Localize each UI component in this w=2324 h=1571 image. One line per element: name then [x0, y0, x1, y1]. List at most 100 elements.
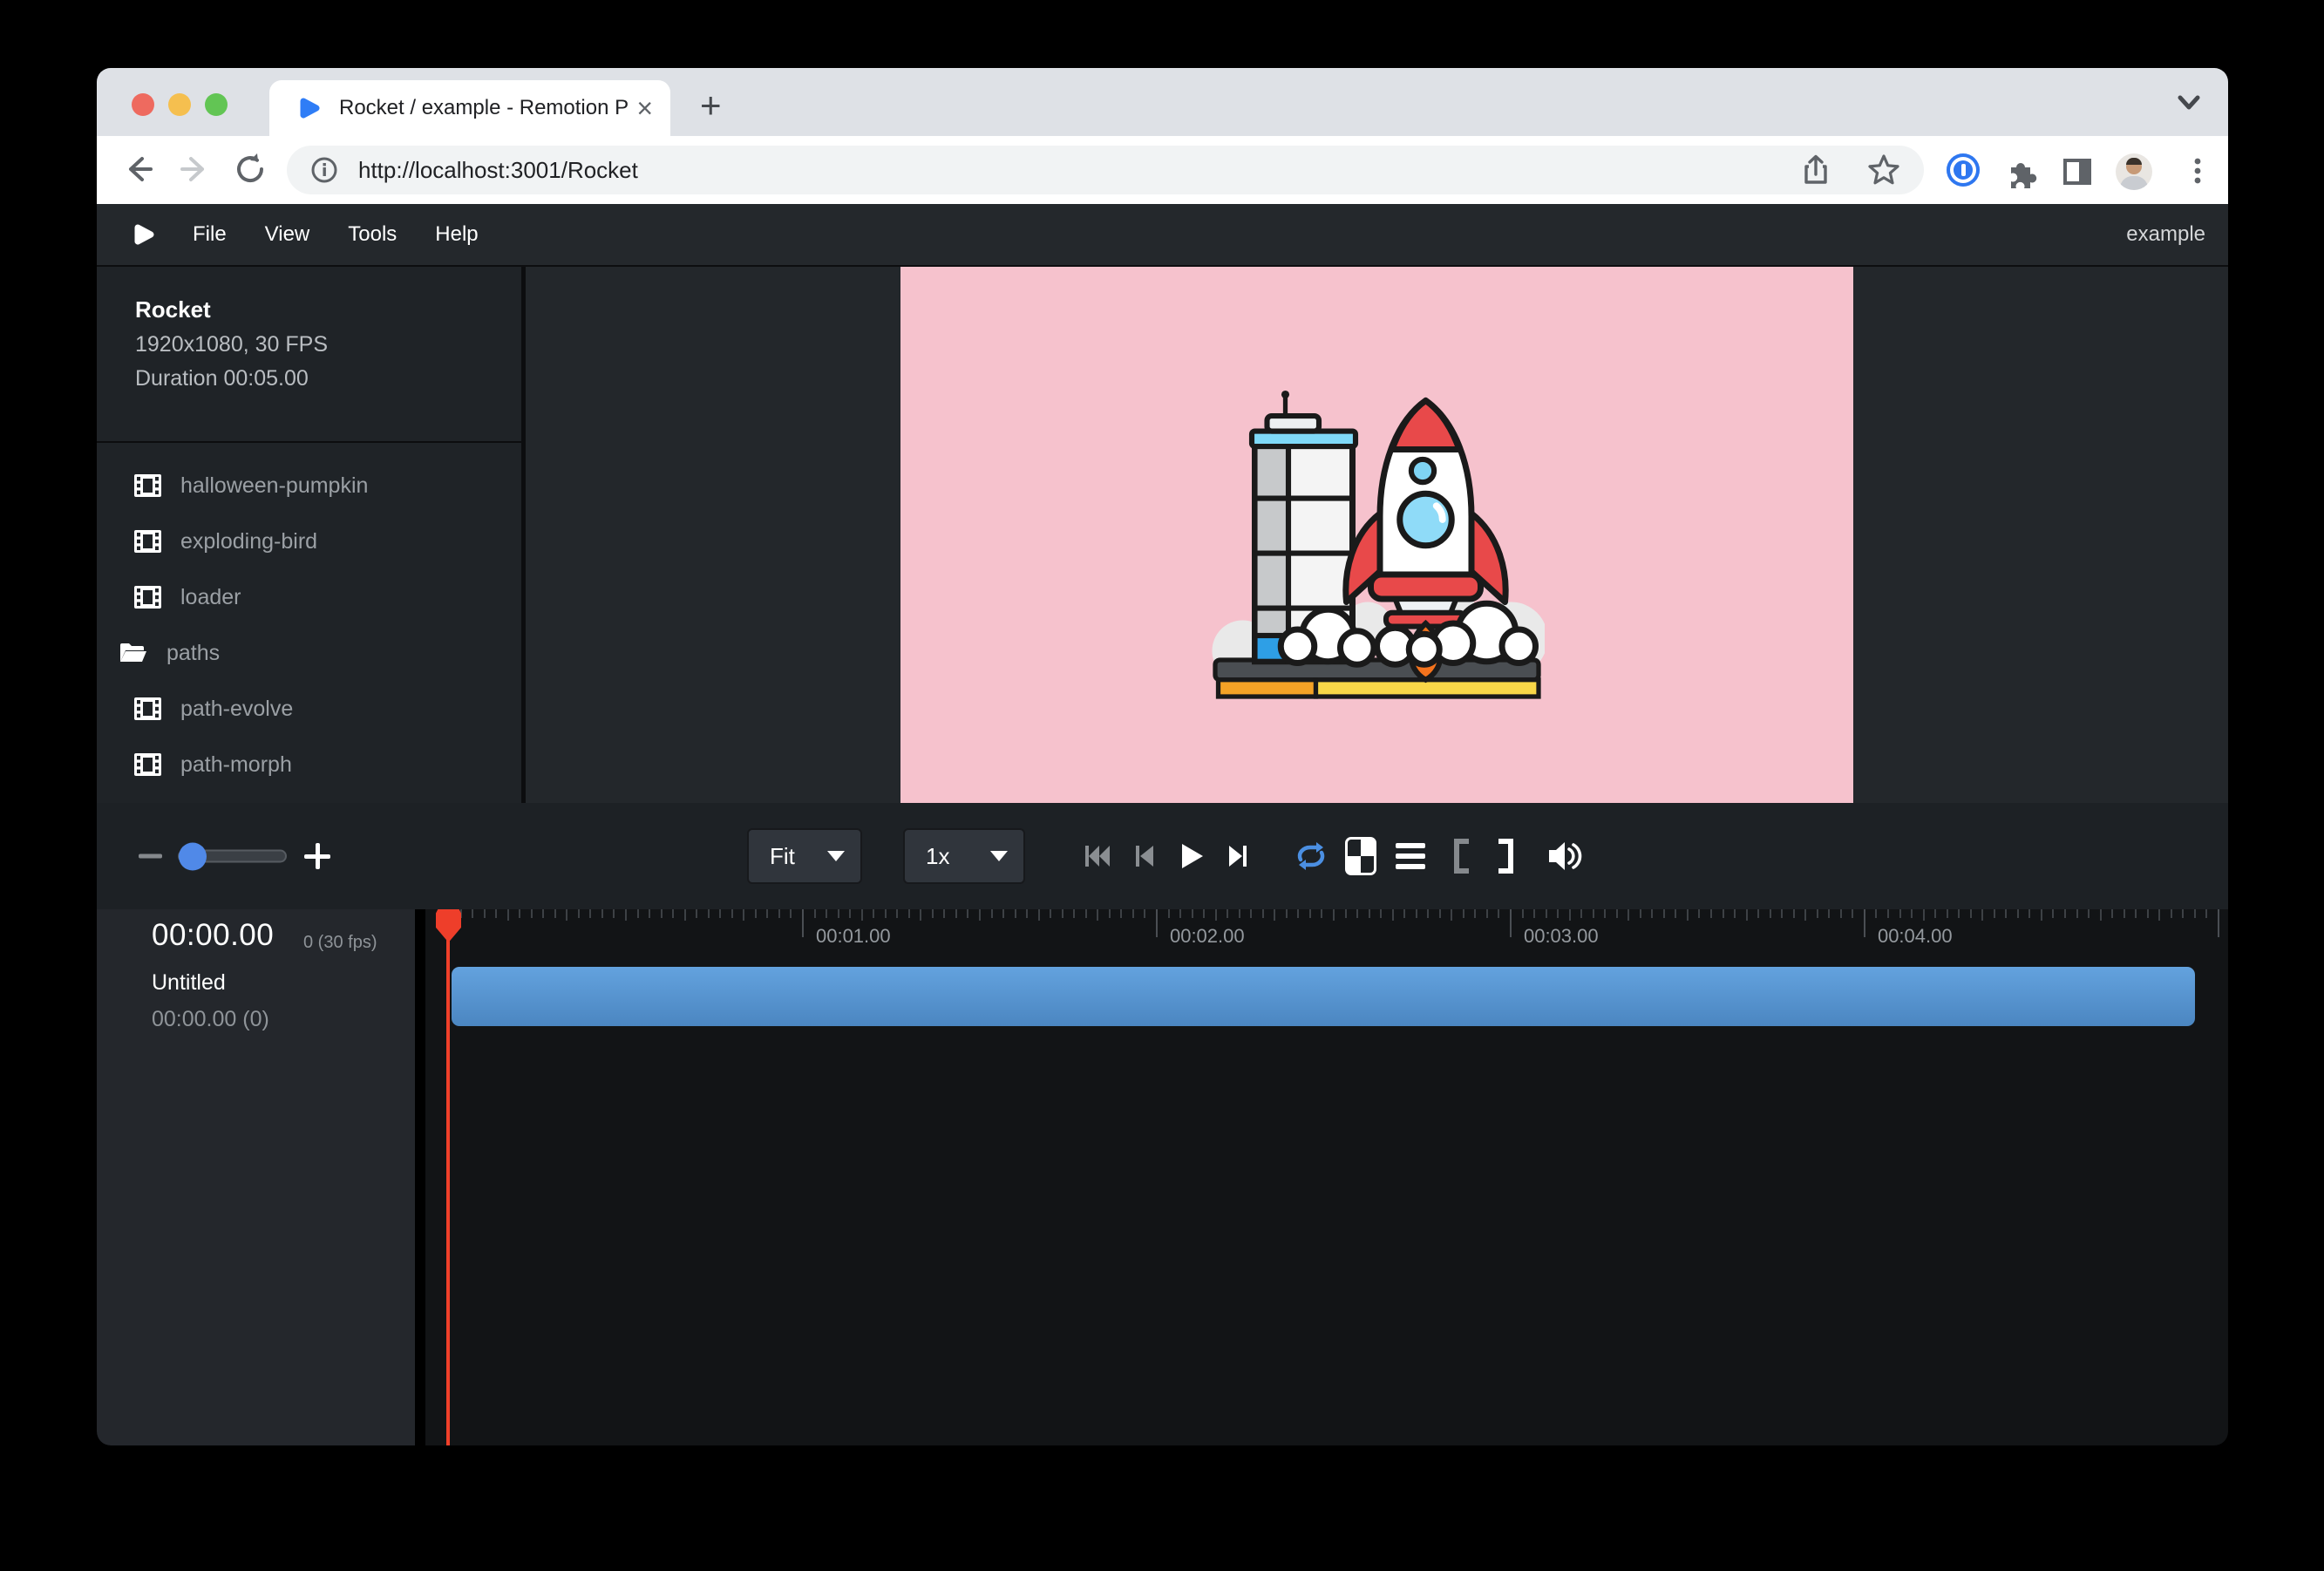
reload-icon[interactable]	[233, 152, 268, 187]
ruler-tick	[2147, 909, 2149, 918]
ruler-tick	[814, 909, 816, 918]
ruler-tick	[943, 909, 945, 918]
ruler-tick	[1392, 909, 1394, 921]
ruler-tick	[896, 909, 898, 918]
url-text[interactable]: http://localhost:3001/Rocket	[358, 157, 1800, 184]
next-frame-icon[interactable]	[1222, 839, 1254, 874]
avatar-shirt	[2120, 176, 2148, 190]
maximize-traffic-light[interactable]	[205, 93, 228, 116]
ruler-tick	[1698, 909, 1700, 918]
close-traffic-light[interactable]	[132, 93, 154, 116]
ruler-tick	[696, 909, 697, 918]
menu-file[interactable]: File	[193, 222, 227, 247]
ruler-tick	[1557, 909, 1559, 918]
sidebar-composition-path-evolve[interactable]: path-evolve	[97, 681, 521, 737]
ruler-tick	[1427, 909, 1429, 918]
ruler-tick	[2111, 909, 2113, 918]
menu-tools[interactable]: Tools	[348, 222, 397, 247]
previous-frame-icon[interactable]	[1129, 839, 1160, 874]
loop-icon[interactable]	[1292, 839, 1330, 874]
ruler-tick	[1109, 909, 1111, 918]
ruler-tick	[1887, 909, 1889, 918]
skip-to-start-icon[interactable]	[1080, 839, 1115, 874]
transparency-checkerboard-icon[interactable]	[1345, 837, 1376, 875]
size-dropdown[interactable]: Fit	[747, 828, 862, 884]
menu-dots-icon[interactable]	[2180, 153, 2215, 188]
ruler-tick	[979, 909, 981, 921]
ruler-tick	[1864, 909, 1865, 937]
sidebar-composition-exploding-bird[interactable]: exploding-bird	[97, 513, 521, 569]
ruler-tick	[554, 909, 556, 918]
profile-avatar[interactable]	[2116, 153, 2152, 190]
ruler-tick	[802, 909, 804, 937]
sidebar-item-label: path-evolve	[180, 697, 293, 722]
timeline-info-panel: 00:00.00 0 (30 fps) Untitled 00:00.00 (0…	[97, 909, 415, 1445]
timeline-tracks-icon[interactable]	[1396, 843, 1425, 869]
ruler-tick	[1616, 909, 1618, 918]
minimize-traffic-light[interactable]	[168, 93, 191, 116]
ruler-tick	[2005, 909, 2007, 918]
forward-icon[interactable]	[177, 152, 212, 187]
new-tab-icon[interactable]: +	[700, 87, 722, 124]
ruler-tick	[2171, 909, 2172, 918]
sidebar-composition-loader[interactable]: loader	[97, 569, 521, 625]
project-name-label: example	[2126, 222, 2205, 247]
film-icon	[134, 474, 161, 497]
playback-rate-dropdown[interactable]: 1x	[903, 828, 1025, 884]
onepassword-icon[interactable]	[1947, 153, 1980, 187]
ruler-tick	[790, 909, 792, 918]
tab-search-chevron-icon[interactable]	[2173, 92, 2205, 115]
ruler-tick	[873, 909, 874, 918]
sidebar-composition-halloween-pumpkin[interactable]: halloween-pumpkin	[97, 458, 521, 513]
ruler-tick	[1274, 909, 1275, 921]
tab-close-icon[interactable]: ×	[636, 94, 653, 122]
ruler-tick	[1569, 909, 1571, 921]
remotion-logo[interactable]	[128, 220, 158, 249]
ruler-tick	[1380, 909, 1382, 918]
sidebar-folder-paths[interactable]: paths	[97, 625, 521, 681]
ruler-tick	[708, 909, 710, 918]
size-dropdown-value: Fit	[749, 843, 795, 870]
ruler-tick	[1958, 909, 1960, 918]
address-bar[interactable]: http://localhost:3001/Rocket	[287, 146, 1924, 194]
avatar-hair	[2126, 158, 2142, 165]
ruler-tick	[1533, 909, 1535, 918]
ruler-tick	[1286, 909, 1288, 918]
ruler-tick	[566, 909, 567, 921]
bookmark-star-icon[interactable]	[1866, 153, 1901, 187]
volume-icon[interactable]	[1546, 839, 1584, 874]
in-point-bracket-icon[interactable]	[1450, 837, 1472, 875]
playhead-marker[interactable]	[436, 909, 461, 942]
sidebar-item-label: loader	[180, 585, 241, 610]
zoom-in-icon[interactable]	[304, 843, 330, 869]
zoom-slider[interactable]	[178, 850, 287, 863]
ruler-tick	[1911, 909, 1913, 918]
zoom-slider-knob[interactable]	[179, 842, 207, 870]
ruler-tick	[1227, 909, 1228, 918]
browser-tab[interactable]: Rocket / example - Remotion P ×	[269, 80, 670, 136]
side-panel-icon[interactable]	[2060, 153, 2095, 188]
ruler-tick	[1510, 909, 1512, 937]
site-info-icon[interactable]	[309, 155, 339, 185]
ruler-tick	[2088, 909, 2090, 918]
ruler-tick	[1403, 909, 1405, 918]
play-icon[interactable]	[1174, 839, 1209, 874]
ruler-tick	[1522, 909, 1524, 918]
sidebar-composition-path-morph[interactable]: path-morph	[97, 737, 521, 792]
zoom-out-icon[interactable]	[139, 854, 162, 859]
ruler-tick	[2205, 909, 2207, 918]
timeline-tracks-area[interactable]: 00:01.00 00:02.00 00:03.00 00:04.00	[425, 909, 2228, 1445]
ruler-tick	[1994, 909, 1995, 918]
ruler-tick	[1934, 909, 1936, 918]
ruler-tick	[637, 909, 639, 918]
extensions-puzzle-icon[interactable]	[2004, 153, 2039, 188]
out-point-bracket-icon[interactable]	[1495, 837, 1518, 875]
back-icon[interactable]	[121, 152, 156, 187]
ruler-tick	[849, 909, 851, 918]
menu-help[interactable]: Help	[435, 222, 478, 247]
timeline-track-bar[interactable]	[452, 967, 2195, 1026]
share-icon[interactable]	[1800, 153, 1831, 187]
menu-view[interactable]: View	[265, 222, 310, 247]
playhead-line[interactable]	[446, 909, 450, 1445]
ruler-tick	[755, 909, 757, 918]
